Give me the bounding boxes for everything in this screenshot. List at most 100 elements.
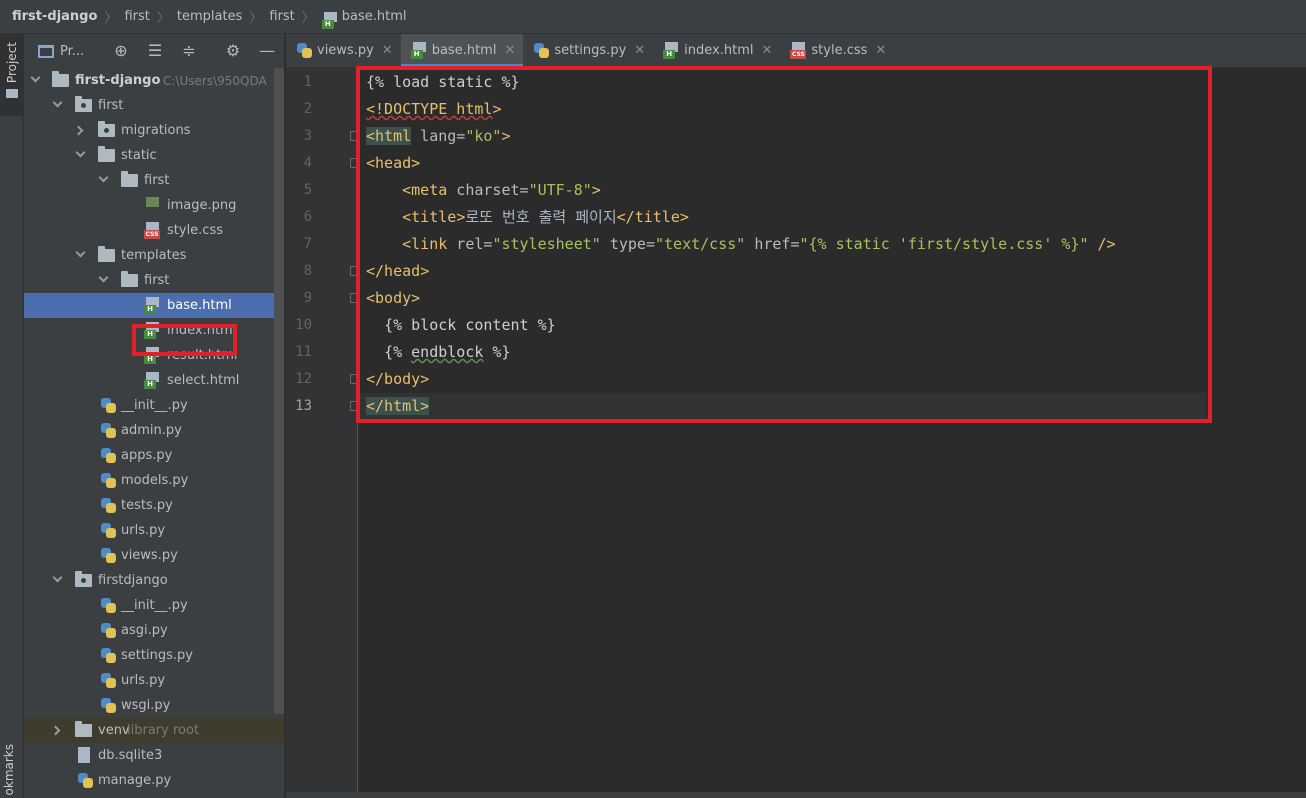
breadcrumb-separator: 〉	[156, 11, 170, 26]
breadcrumb-project[interactable]: first-django	[12, 9, 97, 24]
tab-style-css[interactable]: CSS style.css ✕	[780, 34, 894, 67]
fold-marker-icon[interactable]	[350, 401, 359, 411]
expand-all-icon[interactable]: ☰	[146, 42, 164, 60]
breadcrumb-first[interactable]: first	[124, 9, 149, 24]
project-tool-button[interactable]: Project	[0, 34, 23, 116]
tree-item-file[interactable]: models.py	[24, 468, 284, 493]
code-line: <body>	[366, 289, 421, 307]
code-line: <!DOCTYPE html>	[366, 100, 502, 118]
tree-item-label: db.sqlite3	[98, 748, 163, 763]
tree-item-file[interactable]: H select.html	[24, 368, 284, 393]
library-root-note: library root	[127, 723, 200, 738]
chevron-right-icon[interactable]	[50, 725, 61, 736]
close-icon[interactable]: ✕	[634, 43, 645, 58]
tree-item-file[interactable]: admin.py	[24, 418, 284, 443]
tree-item-label: first	[144, 173, 170, 188]
locate-file-icon[interactable]: ⊕	[112, 42, 130, 60]
code-line: <link rel="stylesheet" type="text/css" h…	[402, 235, 1116, 253]
gear-icon[interactable]: ⚙	[224, 42, 242, 60]
close-icon[interactable]: ✕	[761, 43, 772, 58]
collapse-all-icon[interactable]: ≑	[180, 42, 198, 60]
navigation-breadcrumb: first-django 〉 first 〉 templates 〉 first…	[0, 0, 1306, 34]
python-file-icon	[100, 447, 116, 464]
tree-item-folder[interactable]: venv library root	[24, 718, 284, 743]
line-number: 8	[303, 263, 312, 279]
tree-item-file[interactable]: views.py	[24, 543, 284, 568]
chevron-down-icon[interactable]	[52, 97, 63, 108]
tree-item-folder[interactable]: first	[24, 93, 284, 118]
chevron-right-icon[interactable]	[73, 125, 84, 136]
tree-item-file[interactable]: __init__.py	[24, 393, 284, 418]
tree-item-file[interactable]: urls.py	[24, 668, 284, 693]
tree-item-file[interactable]: asgi.py	[24, 618, 284, 643]
tree-item-file[interactable]: __init__.py	[24, 593, 284, 618]
tab-index-html[interactable]: H index.html ✕	[653, 34, 780, 67]
minimize-icon[interactable]: —	[258, 42, 276, 60]
bookmarks-tool-button[interactable]: okmarks	[2, 744, 16, 798]
breadcrumb-templates[interactable]: templates	[177, 9, 242, 24]
code-line: {% endblock %}	[384, 343, 511, 361]
tree-item-root[interactable]: first-django C:\Users\950QDA	[24, 68, 284, 93]
tree-item-file[interactable]: tests.py	[24, 493, 284, 518]
tree-item-label: select.html	[167, 373, 240, 388]
breadcrumb-file[interactable]: H base.html	[321, 8, 407, 29]
folder-icon	[98, 146, 115, 162]
tree-item-folder[interactable]: templates	[24, 243, 284, 268]
tree-item-folder[interactable]: first	[24, 168, 284, 193]
breadcrumb-first-sub[interactable]: first	[269, 9, 294, 24]
fold-marker-icon[interactable]	[350, 293, 359, 303]
line-number: 3	[303, 128, 312, 144]
tab-base-html[interactable]: H base.html ✕	[400, 34, 524, 67]
tree-item-file[interactable]: image.png	[24, 193, 284, 218]
chevron-down-icon[interactable]	[75, 247, 86, 258]
close-icon[interactable]: ✕	[504, 43, 515, 58]
close-icon[interactable]: ✕	[875, 43, 886, 58]
tree-item-label: manage.py	[98, 773, 172, 788]
tree-scrollbar[interactable]	[274, 68, 284, 714]
tree-item-folder[interactable]: migrations	[24, 118, 284, 143]
horizontal-scrollbar[interactable]	[286, 792, 1306, 798]
tree-item-file[interactable]: wsgi.py	[24, 693, 284, 718]
tree-item-file[interactable]: CSS style.css	[24, 218, 284, 243]
tree-item-file[interactable]: settings.py	[24, 643, 284, 668]
tree-item-file[interactable]: db.sqlite3	[24, 743, 284, 768]
tree-item-folder[interactable]: firstdjango	[24, 568, 284, 593]
tab-settings-py[interactable]: settings.py ✕	[523, 34, 653, 67]
tree-item-label: apps.py	[121, 448, 173, 463]
tree-item-label: tests.py	[121, 498, 173, 513]
chevron-down-icon[interactable]	[75, 147, 86, 158]
folder-icon	[75, 721, 92, 737]
tab-label: views.py	[317, 43, 374, 58]
tree-item-folder[interactable]: first	[24, 268, 284, 293]
tree-item-label: migrations	[121, 123, 191, 138]
tree-item-file[interactable]: H result.html	[24, 343, 284, 368]
image-file-icon	[144, 197, 160, 214]
code-editor[interactable]: 1 2 3 4 5 6 7 8 9 10 11 12 13 {% load st…	[286, 66, 1306, 798]
tree-item-file-selected[interactable]: H base.html	[24, 293, 284, 318]
tree-item-label: first	[144, 273, 170, 288]
tree-item-label: urls.py	[121, 673, 166, 688]
tree-item-label: views.py	[121, 548, 178, 563]
tree-item-file[interactable]: urls.py	[24, 518, 284, 543]
fold-marker-icon[interactable]	[350, 374, 359, 384]
gutter-divider	[357, 68, 358, 798]
current-line-highlight	[358, 393, 1206, 420]
fold-marker-icon[interactable]	[350, 266, 359, 276]
tab-views-py[interactable]: views.py ✕	[286, 34, 401, 67]
python-file-icon	[100, 522, 116, 539]
fold-marker-icon[interactable]	[350, 131, 359, 141]
tree-item-folder[interactable]: static	[24, 143, 284, 168]
chevron-down-icon[interactable]	[52, 572, 63, 583]
tree-item-file[interactable]: apps.py	[24, 443, 284, 468]
chevron-down-icon[interactable]	[30, 72, 41, 83]
tool-window-stripe: Project okmarks	[0, 34, 24, 798]
close-icon[interactable]: ✕	[382, 43, 393, 58]
chevron-down-icon[interactable]	[98, 172, 109, 183]
tree-item-file[interactable]: H index.html	[24, 318, 284, 343]
css-file-icon: CSS	[790, 42, 807, 59]
chevron-down-icon[interactable]	[98, 272, 109, 283]
tree-item-file[interactable]: manage.py	[24, 768, 284, 793]
fold-marker-icon[interactable]	[350, 158, 359, 168]
tree-item-label: templates	[121, 248, 187, 263]
project-view-selector[interactable]: Pr...	[60, 44, 84, 59]
